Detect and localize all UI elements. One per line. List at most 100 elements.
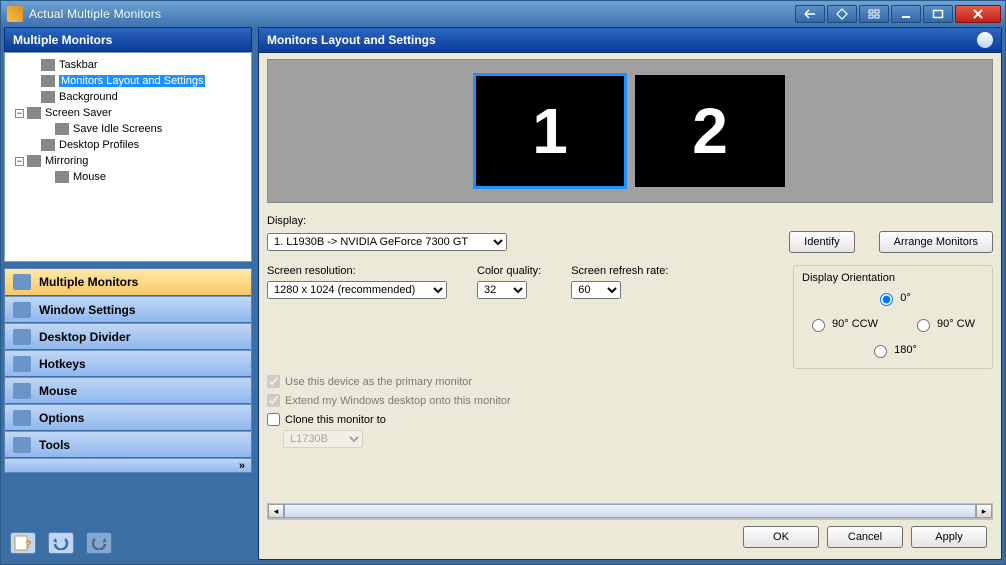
apply-button[interactable]: Apply — [911, 526, 987, 548]
nav-item[interactable]: Options — [5, 404, 251, 431]
app-icon — [7, 6, 23, 22]
tree-item[interactable]: Background — [7, 89, 249, 105]
titlebar-extra-button-1[interactable] — [795, 5, 825, 23]
primary-monitor-row: Use this device as the primary monitor — [267, 375, 993, 388]
nav-item-label: Multiple Monitors — [39, 275, 138, 289]
monitor-1[interactable]: 1 — [475, 75, 625, 187]
clone-monitor-label: Clone this monitor to — [285, 414, 386, 426]
extend-desktop-row: Extend my Windows desktop onto this moni… — [267, 394, 993, 407]
orientation-90cw[interactable]: 90° CW — [912, 316, 975, 332]
category-navbar: Multiple Monitors Window Settings Desktop … — [4, 268, 252, 473]
arrange-monitors-button[interactable]: Arrange Monitors — [879, 231, 993, 253]
scroll-right-button[interactable]: ▸ — [976, 504, 992, 518]
orientation-group: Display Orientation 0° 90° CCW 90° CW 18… — [793, 265, 993, 369]
color-quality-label: Color quality: — [477, 265, 541, 277]
svg-text:?: ? — [25, 539, 32, 551]
tree-item-icon — [55, 123, 69, 135]
tree-expand-toggle[interactable]: − — [15, 109, 24, 118]
dialog-footer: OK Cancel Apply — [267, 519, 993, 553]
nav-item[interactable]: Multiple Monitors — [5, 269, 251, 296]
nav-item-label: Window Settings — [39, 303, 136, 317]
tree-item[interactable]: Desktop Profiles — [7, 137, 249, 153]
tree-item-label: Taskbar — [59, 59, 98, 71]
clone-monitor-checkbox[interactable] — [267, 413, 280, 426]
tree-item[interactable]: Save Idle Screens — [7, 121, 249, 137]
scroll-left-button[interactable]: ◂ — [268, 504, 284, 518]
tree-item-label: Save Idle Screens — [73, 123, 162, 135]
tree-item-label: Background — [59, 91, 118, 103]
nav-item[interactable]: Tools — [5, 431, 251, 458]
clone-monitor-row[interactable]: Clone this monitor to — [267, 413, 993, 426]
tree-item[interactable]: Mouse — [7, 169, 249, 185]
tree-item[interactable]: Taskbar — [7, 57, 249, 73]
nav-item[interactable]: Desktop Divider — [5, 323, 251, 350]
maximize-button[interactable] — [923, 5, 953, 23]
ok-button[interactable]: OK — [743, 526, 819, 548]
tree-item-icon — [41, 59, 55, 71]
nav-item-label: Tools — [39, 438, 70, 452]
nav-item-icon — [13, 274, 31, 290]
clone-target-select: L1730B — [283, 430, 363, 448]
display-select[interactable]: 1. L1930B -> NVIDIA GeForce 7300 GT — [267, 233, 507, 251]
refresh-rate-select[interactable]: 60 — [571, 281, 621, 299]
titlebar[interactable]: Actual Multiple Monitors — [1, 1, 1005, 27]
nav-expand-button[interactable]: » — [5, 458, 251, 472]
resolution-label: Screen resolution: — [267, 265, 447, 277]
orientation-90ccw[interactable]: 90° CCW — [807, 316, 878, 332]
nav-item-icon — [13, 302, 31, 318]
primary-monitor-label: Use this device as the primary monitor — [285, 376, 472, 388]
titlebar-extra-button-2[interactable] — [827, 5, 857, 23]
redo-button[interactable] — [86, 532, 112, 554]
extend-desktop-checkbox — [267, 394, 280, 407]
nav-item-label: Options — [39, 411, 84, 425]
right-panel: Monitors Layout and Settings 1 2 Display… — [258, 27, 1002, 560]
orientation-0[interactable]: 0° — [875, 290, 911, 306]
tree-item-label: Mouse — [73, 171, 106, 183]
minimize-button[interactable] — [891, 5, 921, 23]
window-title: Actual Multiple Monitors — [29, 7, 161, 21]
tree-item-label: Monitors Layout and Settings — [59, 75, 205, 87]
color-quality-select[interactable]: 32 — [477, 281, 527, 299]
nav-item-icon — [13, 410, 31, 426]
settings-tree[interactable]: Taskbar Monitors Layout and Settings Backg… — [4, 52, 252, 262]
nav-item[interactable]: Hotkeys — [5, 350, 251, 377]
help-button[interactable]: ? — [10, 532, 36, 554]
tree-item-label: Screen Saver — [45, 107, 112, 119]
monitor-2[interactable]: 2 — [635, 75, 785, 187]
undo-button[interactable] — [48, 532, 74, 554]
scrollbar-track[interactable] — [284, 504, 976, 518]
tree-item-icon — [55, 171, 69, 183]
right-panel-header: Monitors Layout and Settings — [259, 28, 1001, 53]
tree-item-icon — [41, 139, 55, 151]
tree-item-label: Mirroring — [45, 155, 88, 167]
horizontal-scrollbar[interactable]: ◂ ▸ — [267, 503, 993, 519]
extend-desktop-label: Extend my Windows desktop onto this moni… — [285, 395, 511, 407]
tree-expand-toggle[interactable]: − — [15, 157, 24, 166]
nav-item[interactable]: Mouse — [5, 377, 251, 404]
orientation-180[interactable]: 180° — [869, 342, 917, 358]
monitors-preview[interactable]: 1 2 — [267, 59, 993, 203]
nav-item-label: Mouse — [39, 384, 77, 398]
nav-item-label: Desktop Divider — [39, 330, 130, 344]
tree-item[interactable]: Monitors Layout and Settings — [7, 73, 249, 89]
panel-header-icon[interactable] — [977, 32, 993, 48]
resolution-select[interactable]: 1280 x 1024 (recommended) — [267, 281, 447, 299]
orientation-label: Display Orientation — [802, 272, 984, 284]
bottom-toolbar: ? — [4, 473, 252, 560]
close-button[interactable] — [955, 5, 1001, 23]
nav-item-icon — [13, 437, 31, 453]
nav-item[interactable]: Window Settings — [5, 296, 251, 323]
tree-item[interactable]: − Screen Saver — [7, 105, 249, 121]
tree-item[interactable]: − Mirroring — [7, 153, 249, 169]
nav-item-icon — [13, 356, 31, 372]
primary-monitor-checkbox — [267, 375, 280, 388]
identify-button[interactable]: Identify — [789, 231, 854, 253]
scrollbar-thumb[interactable] — [284, 504, 976, 518]
display-label: Display: — [267, 215, 306, 227]
right-panel-title: Monitors Layout and Settings — [267, 33, 436, 47]
titlebar-extra-button-3[interactable] — [859, 5, 889, 23]
left-panel-title: Multiple Monitors — [4, 27, 252, 52]
tree-item-label: Desktop Profiles — [59, 139, 139, 151]
refresh-rate-label: Screen refresh rate: — [571, 265, 668, 277]
cancel-button[interactable]: Cancel — [827, 526, 903, 548]
